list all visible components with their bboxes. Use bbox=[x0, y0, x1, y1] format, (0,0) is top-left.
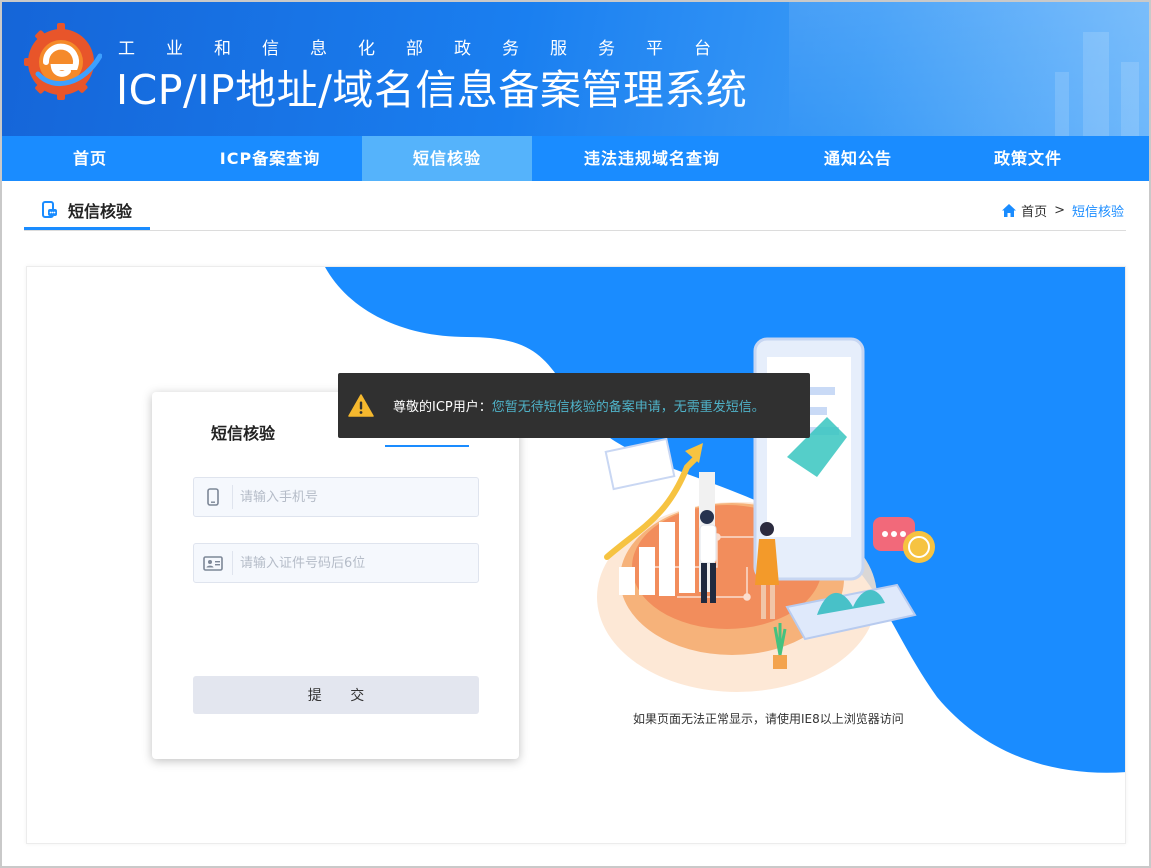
page-title: 短信核验 bbox=[68, 201, 133, 221]
breadcrumb: 首页 > 短信核验 bbox=[1002, 201, 1124, 220]
sms-verify-form: 短信核验 提 交 bbox=[152, 392, 519, 759]
form-tab-indicator bbox=[385, 445, 469, 447]
mobile-phone-icon bbox=[194, 477, 232, 517]
main-nav: 首页 ICP备案查询 短信核验 违法违规域名查询 通知公告 政策文件 bbox=[2, 136, 1149, 181]
form-tab-sms-verify[interactable]: 短信核验 bbox=[211, 420, 275, 444]
page-divider bbox=[24, 230, 1126, 231]
nav-item-icp-query[interactable]: ICP备案查询 bbox=[178, 136, 362, 181]
toast-message: 您暂无待短信核验的备案申请，无需重发短信。 bbox=[491, 400, 765, 415]
miit-logo-icon bbox=[24, 23, 102, 100]
warning-icon bbox=[348, 394, 374, 417]
submit-button[interactable]: 提 交 bbox=[193, 676, 479, 714]
site-header: 工业和信息化部政务服务平台 ICP/IP地址/域名信息备案管理系统 bbox=[2, 2, 1149, 136]
nav-item-policy-docs[interactable]: 政策文件 bbox=[944, 136, 1112, 181]
header-building-decoration bbox=[1055, 72, 1069, 136]
header-title: ICP/IP地址/域名信息备案管理系统 bbox=[116, 66, 748, 114]
phone-input[interactable] bbox=[233, 478, 473, 516]
breadcrumb-home[interactable]: 首页 bbox=[1021, 201, 1047, 220]
header-building-decoration bbox=[1121, 62, 1139, 136]
header-building-decoration bbox=[1083, 32, 1109, 136]
nav-item-notices[interactable]: 通知公告 bbox=[772, 136, 944, 181]
nav-item-home[interactable]: 首页 bbox=[2, 136, 178, 181]
id-card-icon bbox=[194, 543, 232, 583]
nav-item-illegal-domain-query[interactable]: 违法违规域名查询 bbox=[532, 136, 772, 181]
notification-toast: 尊敬的ICP用户： 您暂无待短信核验的备案申请，无需重发短信。 bbox=[338, 373, 810, 438]
id-number-input[interactable] bbox=[233, 544, 473, 582]
mobile-message-icon bbox=[42, 200, 57, 218]
id-number-field bbox=[193, 543, 479, 583]
home-icon bbox=[1002, 204, 1017, 217]
phone-field bbox=[193, 477, 479, 517]
browser-compatibility-note: 如果页面无法正常显示，请使用IE8以上浏览器访问 bbox=[633, 712, 904, 726]
breadcrumb-separator: > bbox=[1054, 203, 1065, 218]
toast-prefix: 尊敬的ICP用户： bbox=[393, 400, 492, 415]
page-tab: 短信核验 bbox=[24, 192, 150, 230]
nav-item-sms-verify[interactable]: 短信核验 bbox=[362, 136, 532, 181]
breadcrumb-current: 短信核验 bbox=[1071, 205, 1124, 220]
